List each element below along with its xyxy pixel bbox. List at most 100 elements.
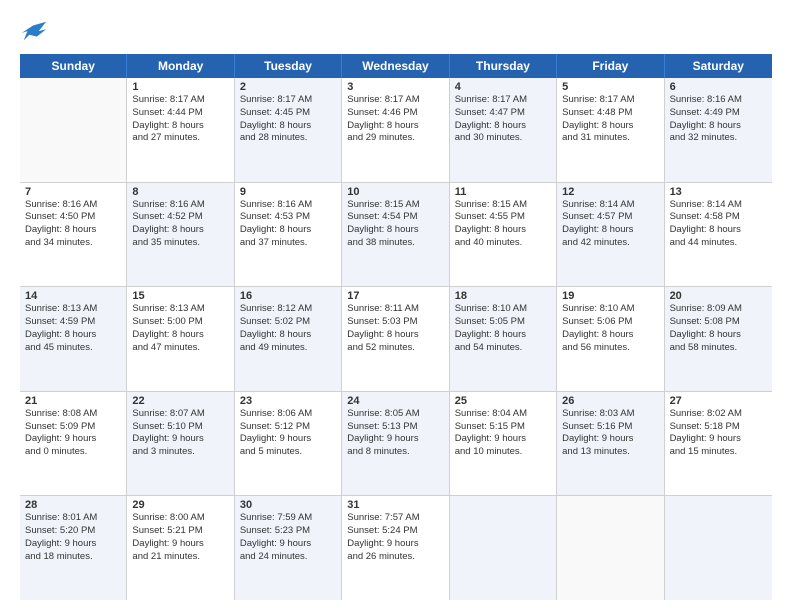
cell-info-line: Sunrise: 8:13 AM [25,303,121,316]
calendar-day-cell: 7Sunrise: 8:16 AMSunset: 4:50 PMDaylight… [20,183,127,287]
calendar-day-cell: 4Sunrise: 8:17 AMSunset: 4:47 PMDaylight… [450,78,557,182]
cell-info-line: Sunset: 4:44 PM [132,107,228,120]
cell-info-line: and 54 minutes. [455,342,551,355]
calendar-day-cell: 15Sunrise: 8:13 AMSunset: 5:00 PMDayligh… [127,287,234,391]
cell-info-line: Sunrise: 8:14 AM [562,199,658,212]
calendar-empty-cell [450,496,557,600]
cell-info-line: and 44 minutes. [670,237,767,250]
cell-info-line: Sunrise: 8:00 AM [132,512,228,525]
cell-info-line: Sunset: 4:52 PM [132,211,228,224]
day-number: 14 [25,290,121,302]
day-number: 26 [562,395,658,407]
header [20,18,772,46]
cell-info-line: and 13 minutes. [562,446,658,459]
calendar-day-cell: 2Sunrise: 8:17 AMSunset: 4:45 PMDaylight… [235,78,342,182]
calendar-day-cell: 11Sunrise: 8:15 AMSunset: 4:55 PMDayligh… [450,183,557,287]
calendar-row: 14Sunrise: 8:13 AMSunset: 4:59 PMDayligh… [20,287,772,392]
calendar-day-cell: 16Sunrise: 8:12 AMSunset: 5:02 PMDayligh… [235,287,342,391]
day-number: 12 [562,186,658,198]
day-number: 23 [240,395,336,407]
cell-info-line: Sunrise: 8:03 AM [562,408,658,421]
cell-info-line: and 5 minutes. [240,446,336,459]
cell-info-line: Sunrise: 8:11 AM [347,303,443,316]
cell-info-line: Sunrise: 8:15 AM [455,199,551,212]
cell-info-line: Daylight: 9 hours [25,538,121,551]
cell-info-line: Sunrise: 8:17 AM [455,94,551,107]
cell-info-line: Sunset: 4:57 PM [562,211,658,224]
calendar-header: SundayMondayTuesdayWednesdayThursdayFrid… [20,54,772,78]
cell-info-line: Daylight: 9 hours [562,433,658,446]
day-number: 20 [670,290,767,302]
cell-info-line: and 15 minutes. [670,446,767,459]
weekday-header: Monday [127,54,234,78]
cell-info-line: and 3 minutes. [132,446,228,459]
cell-info-line: Sunrise: 8:02 AM [670,408,767,421]
calendar-day-cell: 13Sunrise: 8:14 AMSunset: 4:58 PMDayligh… [665,183,772,287]
cell-info-line: Daylight: 9 hours [25,433,121,446]
calendar-day-cell: 23Sunrise: 8:06 AMSunset: 5:12 PMDayligh… [235,392,342,496]
day-number: 24 [347,395,443,407]
cell-info-line: Sunset: 4:47 PM [455,107,551,120]
cell-info-line: and 47 minutes. [132,342,228,355]
cell-info-line: Sunrise: 8:16 AM [132,199,228,212]
cell-info-line: Sunrise: 8:09 AM [670,303,767,316]
cell-info-line: and 52 minutes. [347,342,443,355]
cell-info-line: Sunrise: 8:06 AM [240,408,336,421]
cell-info-line: Sunrise: 8:01 AM [25,512,121,525]
cell-info-line: Sunrise: 8:08 AM [25,408,121,421]
day-number: 2 [240,81,336,93]
day-number: 15 [132,290,228,302]
cell-info-line: Daylight: 8 hours [455,224,551,237]
calendar-day-cell: 9Sunrise: 8:16 AMSunset: 4:53 PMDaylight… [235,183,342,287]
weekday-header: Wednesday [342,54,449,78]
calendar-day-cell: 21Sunrise: 8:08 AMSunset: 5:09 PMDayligh… [20,392,127,496]
day-number: 4 [455,81,551,93]
day-number: 13 [670,186,767,198]
cell-info-line: Sunrise: 8:16 AM [25,199,121,212]
cell-info-line: Sunset: 5:23 PM [240,525,336,538]
cell-info-line: and 32 minutes. [670,132,767,145]
calendar-day-cell: 6Sunrise: 8:16 AMSunset: 4:49 PMDaylight… [665,78,772,182]
cell-info-line: and 35 minutes. [132,237,228,250]
cell-info-line: Sunset: 5:09 PM [25,421,121,434]
calendar-day-cell: 25Sunrise: 8:04 AMSunset: 5:15 PMDayligh… [450,392,557,496]
cell-info-line: Sunset: 5:21 PM [132,525,228,538]
cell-info-line: and 37 minutes. [240,237,336,250]
cell-info-line: Sunset: 5:16 PM [562,421,658,434]
cell-info-line: Sunset: 4:59 PM [25,316,121,329]
calendar-day-cell: 31Sunrise: 7:57 AMSunset: 5:24 PMDayligh… [342,496,449,600]
weekday-header: Tuesday [235,54,342,78]
cell-info-line: and 18 minutes. [25,551,121,564]
calendar-empty-cell [20,78,127,182]
weekday-header: Friday [557,54,664,78]
cell-info-line: Sunrise: 8:14 AM [670,199,767,212]
cell-info-line: Sunset: 5:12 PM [240,421,336,434]
calendar-day-cell: 27Sunrise: 8:02 AMSunset: 5:18 PMDayligh… [665,392,772,496]
cell-info-line: and 38 minutes. [347,237,443,250]
cell-info-line: Sunrise: 8:16 AM [670,94,767,107]
day-number: 3 [347,81,443,93]
cell-info-line: Sunset: 4:54 PM [347,211,443,224]
cell-info-line: Sunrise: 8:05 AM [347,408,443,421]
cell-info-line: and 0 minutes. [25,446,121,459]
calendar-day-cell: 10Sunrise: 8:15 AMSunset: 4:54 PMDayligh… [342,183,449,287]
cell-info-line: Sunset: 5:00 PM [132,316,228,329]
cell-info-line: Sunset: 5:13 PM [347,421,443,434]
calendar-empty-cell [665,496,772,600]
cell-info-line: Daylight: 8 hours [670,224,767,237]
calendar-body: 1Sunrise: 8:17 AMSunset: 4:44 PMDaylight… [20,78,772,600]
cell-info-line: Daylight: 9 hours [132,538,228,551]
cell-info-line: Daylight: 9 hours [240,538,336,551]
cell-info-line: Daylight: 9 hours [347,433,443,446]
cell-info-line: Sunrise: 8:15 AM [347,199,443,212]
day-number: 29 [132,499,228,511]
day-number: 8 [132,186,228,198]
cell-info-line: Sunrise: 8:17 AM [562,94,658,107]
weekday-header: Saturday [665,54,772,78]
cell-info-line: and 45 minutes. [25,342,121,355]
calendar-day-cell: 14Sunrise: 8:13 AMSunset: 4:59 PMDayligh… [20,287,127,391]
page: SundayMondayTuesdayWednesdayThursdayFrid… [0,0,792,612]
cell-info-line: Sunset: 4:53 PM [240,211,336,224]
calendar-row: 21Sunrise: 8:08 AMSunset: 5:09 PMDayligh… [20,392,772,497]
cell-info-line: and 8 minutes. [347,446,443,459]
